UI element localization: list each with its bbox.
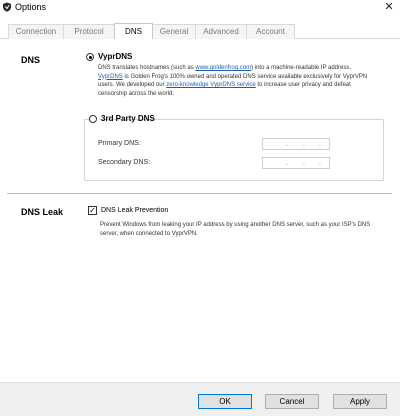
tab-account[interactable]: Account bbox=[246, 24, 295, 39]
title-bar: Options ✕ bbox=[0, 0, 400, 14]
section-divider bbox=[7, 193, 392, 194]
third-party-dns-radio[interactable] bbox=[89, 115, 97, 123]
vyprdns-label[interactable]: VyprDNS bbox=[98, 52, 132, 61]
tab-general[interactable]: General bbox=[152, 24, 196, 39]
vyprdns-desc-line-3: users. We developed our zero-knowledge V… bbox=[98, 82, 351, 89]
vyprvpn-shield-icon bbox=[2, 2, 12, 12]
vyprdns-desc-line-1: DNS translates hostnames (such as www.go… bbox=[98, 65, 352, 71]
primary-dns-label: Primary DNS: bbox=[98, 140, 141, 147]
vyprdns-desc-line-2: VyprDNS is Golden Frog's 100% owned and … bbox=[98, 73, 368, 80]
dns-leak-section-title: DNS Leak bbox=[21, 207, 64, 217]
tab-advanced[interactable]: Advanced bbox=[195, 24, 247, 39]
third-party-dns-group bbox=[84, 119, 384, 181]
vyprdns-radio[interactable] bbox=[86, 53, 94, 61]
tab-dns[interactable]: DNS bbox=[114, 23, 153, 39]
tab-connection[interactable]: Connection bbox=[8, 24, 64, 39]
dns-leak-prevention-label[interactable]: DNS Leak Prevention bbox=[101, 207, 168, 214]
dns-section-title: DNS bbox=[21, 55, 41, 65]
tab-protocol[interactable]: Protocol bbox=[63, 24, 115, 39]
apply-button[interactable]: Apply bbox=[333, 394, 387, 409]
ok-button[interactable]: OK bbox=[198, 394, 252, 409]
vyprdns-desc-line-4: censorship across the world. bbox=[98, 90, 175, 97]
dns-leak-prevention-checkbox[interactable]: ✓ bbox=[88, 206, 97, 215]
goldenfrog-link[interactable]: www.goldenfrog.com bbox=[195, 65, 251, 71]
dns-leak-description: Prevent Windows from leaking your IP add… bbox=[100, 221, 390, 238]
window-title: Options bbox=[15, 2, 47, 12]
primary-dns-input[interactable]: . . . bbox=[262, 138, 330, 150]
zero-knowledge-link[interactable]: zero-knowledge VyprDNS service bbox=[166, 82, 255, 88]
dns-leak-desc-line-1: Prevent Windows from leaking your IP add… bbox=[100, 222, 371, 228]
secondary-dns-label: Secondary DNS: bbox=[98, 159, 151, 166]
secondary-dns-input[interactable]: . . . bbox=[262, 157, 330, 169]
cancel-button[interactable]: Cancel bbox=[265, 394, 319, 409]
dns-leak-desc-line-2: server, when connected to VyprVPN. bbox=[100, 230, 198, 237]
close-icon[interactable]: ✕ bbox=[382, 0, 396, 14]
third-party-dns-label[interactable]: 3rd Party DNS bbox=[101, 114, 155, 123]
vyprdns-link[interactable]: VyprDNS bbox=[98, 74, 123, 80]
vyprdns-description: DNS translates hostnames (such as www.go… bbox=[98, 64, 388, 98]
